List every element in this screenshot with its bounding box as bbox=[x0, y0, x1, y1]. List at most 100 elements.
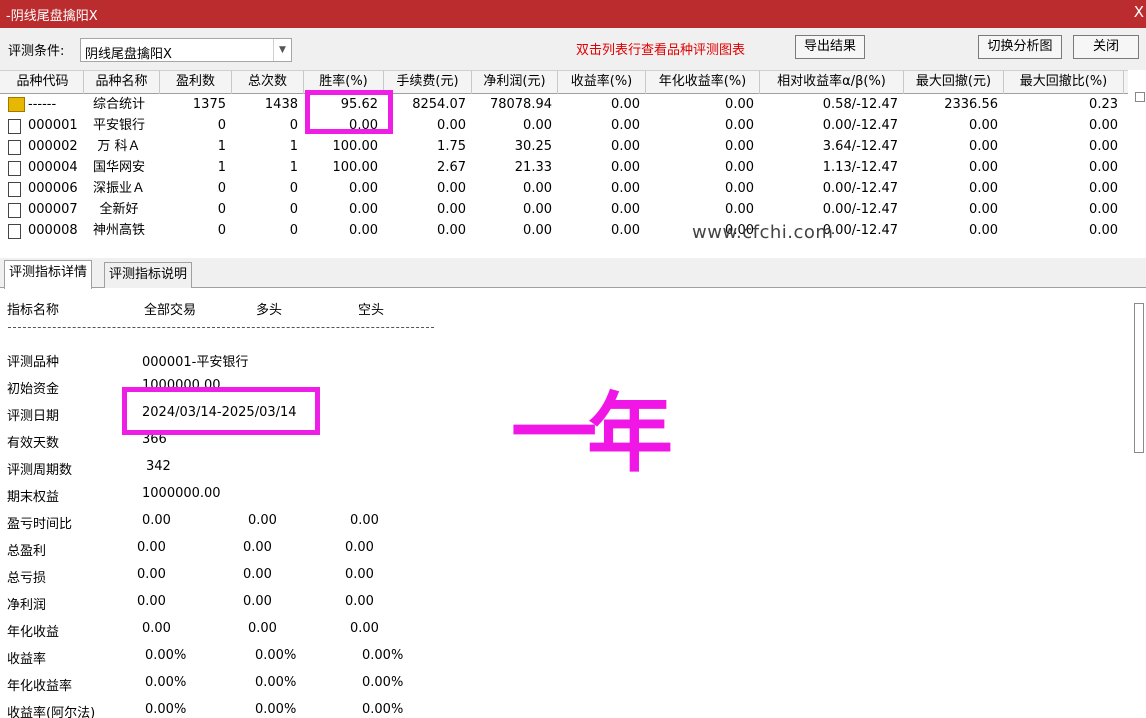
table-cell: 0.00 bbox=[1089, 118, 1118, 133]
condition-label: 评测条件: bbox=[8, 44, 65, 59]
column-header[interactable]: 最大回撤(元) bbox=[904, 71, 1004, 94]
column-header[interactable]: 总次数 bbox=[232, 71, 304, 94]
metric-value: 0.00 bbox=[243, 540, 272, 555]
table-cell: 0.00 bbox=[969, 160, 998, 175]
column-header[interactable]: 品种代码 bbox=[2, 71, 84, 94]
tab-bar: 评测指标详情 评测指标说明 bbox=[0, 258, 1146, 289]
column-header[interactable]: 最大回撤比(%) bbox=[1004, 71, 1124, 94]
table-cell: 0.00 bbox=[725, 139, 754, 154]
table-cell: 0.00 bbox=[523, 181, 552, 196]
table-cell: 0 bbox=[217, 202, 226, 217]
table-cell: 000006 bbox=[28, 181, 78, 196]
table-cell: 0 bbox=[217, 223, 226, 238]
metric-value: 0.00% bbox=[145, 648, 187, 663]
metric-value: 0.00% bbox=[145, 675, 187, 690]
table-cell: 0 bbox=[289, 202, 298, 217]
column-header[interactable]: 相对收益率α/β(%) bbox=[760, 71, 904, 94]
table-cell: 0.00 bbox=[1089, 202, 1118, 217]
metric-value: 0.00 bbox=[142, 621, 171, 636]
column-header[interactable]: 年化收益率(%) bbox=[646, 71, 760, 94]
table-row[interactable]: 000002 万 科Ａ 1 1 100.00 1.75 30.25 0.00 0.00 3.64/… bbox=[0, 137, 1128, 157]
table-cell: 0.00 bbox=[969, 202, 998, 217]
table-cell: 78078.94 bbox=[489, 97, 552, 112]
column-header[interactable]: 手续费(元) bbox=[384, 71, 472, 94]
table-cell: 神州高铁 bbox=[92, 223, 145, 238]
highlight-box-date bbox=[122, 387, 320, 435]
column-header[interactable]: 净利润(元) bbox=[472, 71, 558, 94]
table-cell: 1 bbox=[217, 160, 226, 175]
table-row[interactable]: 000001 平安银行 0 0 0.00 0.00 0.00 0.00 0.00 0.00/-12… bbox=[0, 116, 1128, 136]
table-cell: 000002 bbox=[28, 139, 78, 154]
window-title: -阴线尾盘擒阳X bbox=[6, 9, 98, 24]
table-header: 品种代码 品种名称 盈利数 总次数 胜率(%) 手续费(元) 净利润(元) 收益率(%) 年化收… bbox=[0, 70, 1128, 94]
table-row[interactable]: 000007 全新好 0 0 0.00 0.00 0.00 0.00 0.00 0.00/-12.… bbox=[0, 200, 1128, 220]
table-cell: 000001 bbox=[28, 118, 78, 133]
metric-value: 0.00% bbox=[145, 702, 187, 717]
table-cell: ------ bbox=[28, 97, 57, 112]
table-cell: 0.00 bbox=[437, 202, 466, 217]
scrollbar[interactable] bbox=[1135, 92, 1145, 102]
table-cell: 0.00 bbox=[523, 118, 552, 133]
table-cell: 0.00 bbox=[1089, 181, 1118, 196]
table-cell: 0.00 bbox=[611, 181, 640, 196]
summary-icon bbox=[8, 97, 25, 112]
periods-value: 342 bbox=[146, 459, 171, 474]
table-cell: 0.00 bbox=[725, 160, 754, 175]
metric-value: 0.00 bbox=[350, 621, 379, 636]
document-icon bbox=[8, 161, 21, 176]
table-cell: 000007 bbox=[28, 202, 78, 217]
table-cell: 0.00 bbox=[437, 223, 466, 238]
table-row[interactable]: 000004 国华网安 1 1 100.00 2.67 21.33 0.00 0.00 1.13/… bbox=[0, 158, 1128, 178]
table-cell: 30.25 bbox=[514, 139, 552, 154]
document-icon bbox=[8, 203, 21, 218]
table-cell: 1.75 bbox=[437, 139, 466, 154]
condition-select[interactable]: 阴线尾盘擒阳X ▼ bbox=[80, 38, 292, 62]
detail-header-all: 全部交易 bbox=[144, 303, 197, 318]
tab-metric-description[interactable]: 评测指标说明 bbox=[104, 262, 193, 288]
table-cell: 100.00 bbox=[332, 139, 379, 154]
table-cell: 0.00 bbox=[725, 181, 754, 196]
table-row[interactable]: 000006 深振业Ａ 0 0 0.00 0.00 0.00 0.00 0.00 0.00/-12… bbox=[0, 179, 1128, 199]
detail-header-name: 指标名称 bbox=[7, 303, 60, 318]
metric-label: 年化收益率 bbox=[7, 679, 73, 694]
scrollbar[interactable] bbox=[1134, 303, 1144, 453]
table-cell: 0 bbox=[289, 181, 298, 196]
equity-label: 期末权益 bbox=[7, 490, 60, 505]
table-cell: 综合统计 bbox=[92, 97, 145, 112]
summary-row[interactable]: ------ 综合统计 1375 1438 95.62 8254.07 78078.94 0.… bbox=[0, 95, 1128, 115]
close-button[interactable]: 关闭 bbox=[1073, 35, 1139, 59]
table-cell: 2.67 bbox=[437, 160, 466, 175]
hint-text: 双击列表行查看品种评测图表 bbox=[576, 43, 746, 58]
tab-metric-details[interactable]: 评测指标详情 bbox=[4, 260, 93, 289]
column-header[interactable]: 盈利数 bbox=[160, 71, 232, 94]
table-cell: 0 bbox=[289, 223, 298, 238]
annotation-text: 一年 bbox=[511, 384, 673, 484]
table-cell: 0.00 bbox=[437, 118, 466, 133]
table-cell: 0.00 bbox=[611, 202, 640, 217]
table-cell: 0.00 bbox=[969, 223, 998, 238]
metric-value: 0.00 bbox=[142, 513, 171, 528]
close-icon[interactable]: X bbox=[1134, 3, 1144, 21]
chevron-down-icon[interactable]: ▼ bbox=[273, 39, 291, 61]
table-cell: 0.00 bbox=[969, 118, 998, 133]
metric-value: 0.00% bbox=[255, 648, 297, 663]
days-label: 有效天数 bbox=[7, 436, 60, 451]
column-header[interactable]: 品种名称 bbox=[84, 71, 160, 94]
toolbar: 评测条件: 阴线尾盘擒阳X ▼ 双击列表行查看品种评测图表 导出结果 切换分析图… bbox=[0, 28, 1146, 70]
table-cell: 0.00 bbox=[523, 223, 552, 238]
condition-value: 阴线尾盘擒阳X bbox=[85, 47, 172, 62]
table-cell: 0.00/-12.47 bbox=[822, 202, 898, 217]
switch-chart-button[interactable]: 切换分析图 bbox=[978, 35, 1062, 59]
metric-label: 收益率(阿尔法) bbox=[7, 706, 96, 718]
column-header[interactable]: 收益率(%) bbox=[558, 71, 646, 94]
table-row[interactable]: 000008 神州高铁 0 0 0.00 0.00 0.00 0.00 0.00 0.00/-12… bbox=[0, 221, 1128, 241]
detail-header-short: 空头 bbox=[358, 303, 385, 318]
metric-value: 0.00% bbox=[255, 702, 297, 717]
detail-header-long: 多头 bbox=[256, 303, 283, 318]
export-button[interactable]: 导出结果 bbox=[795, 35, 865, 59]
document-icon bbox=[8, 182, 21, 197]
metric-value: 0.00 bbox=[248, 513, 277, 528]
metric-value: 0.00 bbox=[137, 540, 166, 555]
capital-label: 初始资金 bbox=[7, 382, 60, 397]
metric-value: 0.00 bbox=[137, 594, 166, 609]
